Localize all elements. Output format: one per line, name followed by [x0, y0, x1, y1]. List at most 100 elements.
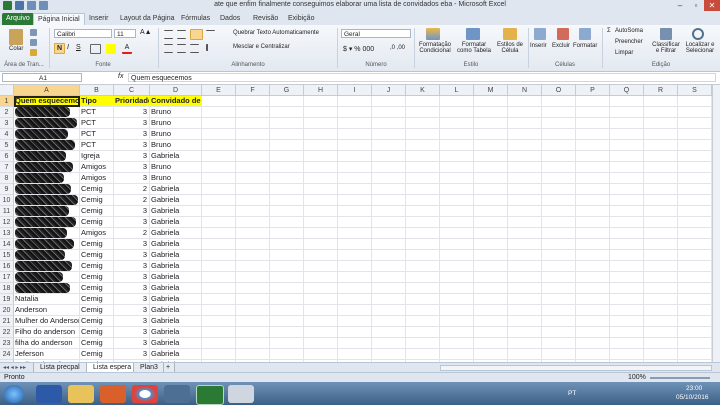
insert-cells-button[interactable]: Inserir: [530, 43, 547, 49]
empty-cell[interactable]: [644, 261, 678, 272]
cell-b[interactable]: Cemig: [80, 272, 114, 283]
empty-cell[interactable]: [644, 327, 678, 338]
empty-cell[interactable]: [372, 327, 406, 338]
empty-cell[interactable]: [644, 140, 678, 151]
empty-cell[interactable]: [610, 217, 644, 228]
empty-cell[interactable]: [610, 140, 644, 151]
align-right-icon[interactable]: [190, 44, 199, 53]
empty-cell[interactable]: [236, 129, 270, 140]
cell-b[interactable]: PCT: [80, 118, 114, 129]
tab-formulas[interactable]: Fórmulas: [181, 13, 210, 25]
empty-cell[interactable]: [338, 129, 372, 140]
column-header[interactable]: Q: [610, 85, 644, 96]
empty-cell[interactable]: [474, 338, 508, 349]
cell-c[interactable]: 3: [114, 206, 150, 217]
empty-cell[interactable]: [474, 118, 508, 129]
empty-cell[interactable]: [678, 140, 712, 151]
copy-icon[interactable]: [30, 39, 37, 46]
empty-cell[interactable]: [406, 195, 440, 206]
cell-d[interactable]: Gabriela: [150, 195, 202, 206]
empty-cell[interactable]: [406, 140, 440, 151]
cell-c[interactable]: 3: [114, 272, 150, 283]
empty-cell[interactable]: [508, 239, 542, 250]
media-player-icon[interactable]: [100, 385, 126, 403]
empty-cell[interactable]: [610, 261, 644, 272]
empty-cell[interactable]: [236, 228, 270, 239]
empty-cell[interactable]: [576, 118, 610, 129]
empty-cell[interactable]: [304, 349, 338, 360]
cell-d[interactable]: Bruno: [150, 118, 202, 129]
row-header[interactable]: 15: [0, 250, 14, 261]
empty-cell[interactable]: [542, 349, 576, 360]
empty-cell[interactable]: [236, 261, 270, 272]
empty-cell[interactable]: [610, 173, 644, 184]
empty-cell[interactable]: [508, 162, 542, 173]
empty-cell[interactable]: [338, 272, 372, 283]
paint-icon[interactable]: [228, 385, 254, 403]
empty-cell[interactable]: [372, 349, 406, 360]
empty-cell[interactable]: [338, 327, 372, 338]
empty-cell[interactable]: [678, 305, 712, 316]
sort-filter-icon[interactable]: [660, 28, 672, 40]
empty-cell[interactable]: [576, 349, 610, 360]
empty-cell[interactable]: [508, 316, 542, 327]
empty-cell[interactable]: [338, 118, 372, 129]
empty-cell[interactable]: [508, 107, 542, 118]
empty-cell[interactable]: [304, 239, 338, 250]
empty-cell[interactable]: [576, 272, 610, 283]
empty-cell[interactable]: [372, 140, 406, 151]
empty-cell[interactable]: [678, 349, 712, 360]
empty-cell[interactable]: [474, 151, 508, 162]
row-header[interactable]: 23: [0, 338, 14, 349]
cell-c[interactable]: 3: [114, 338, 150, 349]
empty-cell[interactable]: [338, 294, 372, 305]
empty-cell[interactable]: [576, 283, 610, 294]
empty-cell[interactable]: [304, 294, 338, 305]
row-header[interactable]: 11: [0, 206, 14, 217]
cell-a[interactable]: [14, 173, 80, 184]
empty-cell[interactable]: [508, 140, 542, 151]
empty-cell[interactable]: [508, 195, 542, 206]
empty-cell[interactable]: [304, 206, 338, 217]
excel-taskbar-icon[interactable]: [196, 385, 224, 405]
empty-cell[interactable]: [270, 173, 304, 184]
format-cells-icon[interactable]: [579, 28, 591, 40]
cell-styles-button[interactable]: Estilos de Célula: [494, 42, 526, 54]
empty-cell[interactable]: [406, 261, 440, 272]
empty-cell[interactable]: [542, 316, 576, 327]
empty-cell[interactable]: [270, 96, 304, 107]
empty-cell[interactable]: [202, 338, 236, 349]
column-header[interactable]: H: [304, 85, 338, 96]
cell-a[interactable]: [14, 118, 80, 129]
horizontal-scrollbar[interactable]: [440, 365, 712, 371]
empty-cell[interactable]: [474, 228, 508, 239]
borders-icon[interactable]: [90, 44, 101, 54]
empty-cell[interactable]: [270, 162, 304, 173]
empty-cell[interactable]: [304, 184, 338, 195]
empty-cell[interactable]: [406, 327, 440, 338]
empty-cell[interactable]: [202, 118, 236, 129]
empty-cell[interactable]: [406, 151, 440, 162]
cut-icon[interactable]: [30, 29, 37, 36]
empty-cell[interactable]: [304, 217, 338, 228]
empty-cell[interactable]: [678, 206, 712, 217]
autosum-icon[interactable]: Σ: [607, 28, 611, 34]
row-header[interactable]: 24: [0, 349, 14, 360]
empty-cell[interactable]: [610, 338, 644, 349]
find-select-icon[interactable]: [692, 28, 704, 40]
chrome-icon[interactable]: [132, 385, 158, 403]
empty-cell[interactable]: [644, 206, 678, 217]
italic-icon[interactable]: I: [67, 44, 69, 51]
empty-cell[interactable]: [576, 96, 610, 107]
zoom-slider[interactable]: [650, 377, 710, 379]
formula-input[interactable]: Quem esquecemos: [128, 73, 716, 82]
empty-cell[interactable]: [406, 250, 440, 261]
empty-cell[interactable]: [202, 96, 236, 107]
empty-cell[interactable]: [270, 151, 304, 162]
cell-b[interactable]: PCT: [80, 140, 114, 151]
empty-cell[interactable]: [678, 272, 712, 283]
empty-cell[interactable]: [270, 129, 304, 140]
empty-cell[interactable]: [270, 327, 304, 338]
tab-data[interactable]: Dados: [220, 13, 240, 25]
empty-cell[interactable]: [576, 217, 610, 228]
